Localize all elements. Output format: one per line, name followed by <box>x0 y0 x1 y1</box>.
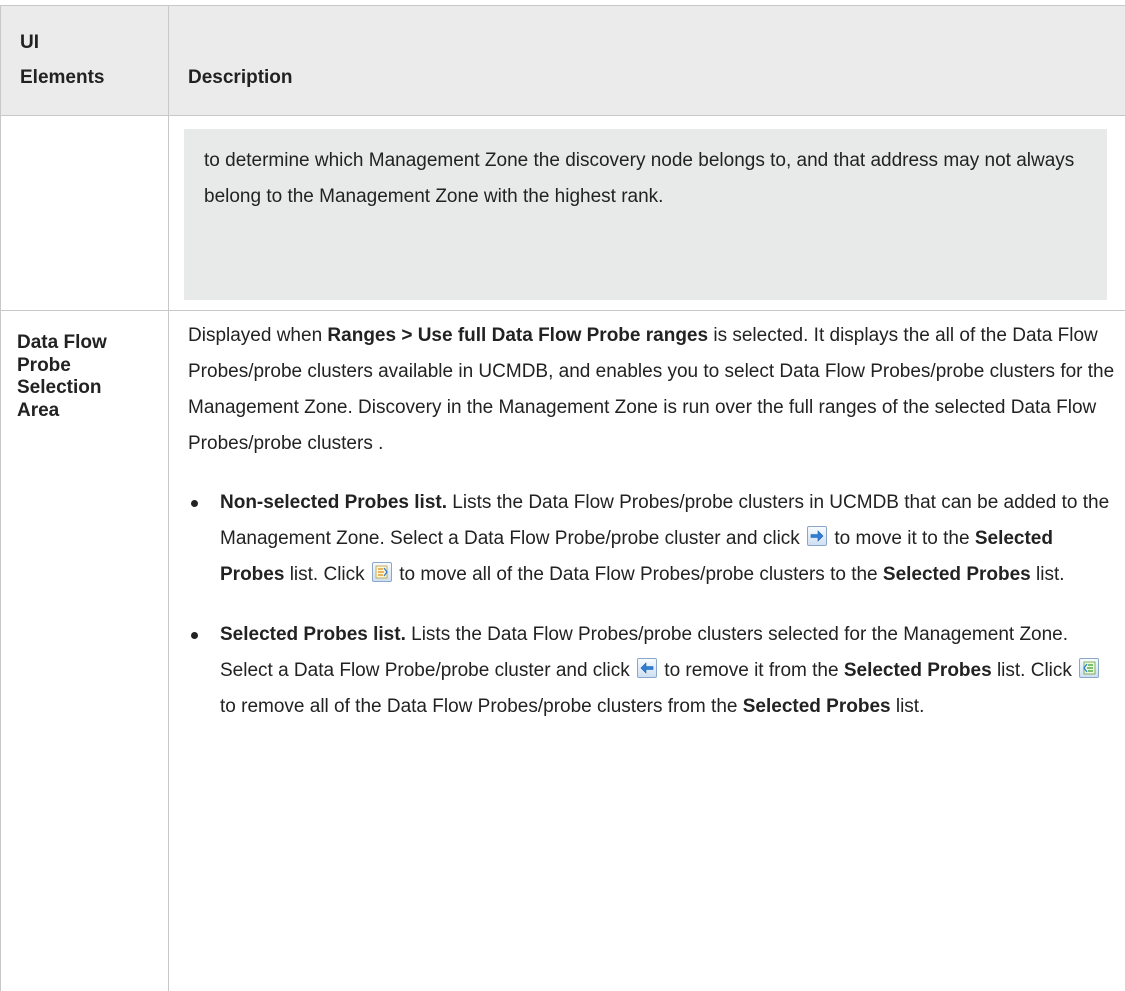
arrow-left-icon[interactable] <box>637 658 657 678</box>
arrow-right-icon[interactable] <box>807 526 827 546</box>
probe-term-cell: Data Flow Probe Selection Area <box>1 311 169 991</box>
bullet-text: list. <box>891 696 925 717</box>
note-text: to determine which Management Zone the d… <box>204 150 1074 207</box>
bullet-title: Non-selected Probes list. <box>220 492 447 513</box>
term-line: Selection <box>17 377 101 398</box>
header-description-label: Description <box>188 60 293 95</box>
bullet-text: to remove it from the <box>659 660 844 681</box>
bullet-text: list. <box>1031 564 1065 585</box>
list-item-non-selected-probes: Non-selected Probes list. Lists the Data… <box>188 485 1119 593</box>
note-term-cell <box>1 116 169 311</box>
header-ui-elements: UI Elements <box>1 6 169 116</box>
list-item-selected-probes: Selected Probes list. Lists the Data Flo… <box>188 617 1119 725</box>
bullet-text: to remove all of the Data Flow Probes/pr… <box>220 696 743 717</box>
intro-bold: Ranges > Use full Data Flow Probe ranges <box>327 325 708 346</box>
note-box: to determine which Management Zone the d… <box>184 129 1107 300</box>
table-header-row: UI Elements Description <box>1 6 1125 116</box>
bullet-text: list. Click <box>284 564 370 585</box>
header-ui-elements-label: UI Elements <box>20 25 160 95</box>
header-elements-line: Elements <box>20 67 104 88</box>
bullet-bold: Selected Probes <box>844 660 992 681</box>
bullet-text: to move all of the Data Flow Probes/prob… <box>394 564 883 585</box>
move-all-left-icon[interactable] <box>1079 658 1099 678</box>
probe-lists-bullets: Non-selected Probes list. Lists the Data… <box>188 485 1119 725</box>
table-row-probe-selection: Data Flow Probe Selection Area Displayed… <box>1 311 1125 991</box>
term-line: Area <box>17 400 59 421</box>
probe-description-cell: Displayed when Ranges > Use full Data Fl… <box>169 311 1125 991</box>
term-line: Data Flow <box>17 332 107 353</box>
intro-paragraph: Displayed when Ranges > Use full Data Fl… <box>188 318 1119 462</box>
header-ui-line: UI <box>20 32 39 53</box>
table-row-note: to determine which Management Zone the d… <box>1 116 1125 311</box>
bullet-dot <box>191 632 198 639</box>
bullet-title: Selected Probes list. <box>220 624 406 645</box>
term-line: Probe <box>17 355 71 376</box>
probe-term: Data Flow Probe Selection Area <box>1 311 157 422</box>
bullet-dot <box>191 500 198 507</box>
bullet-text: to move it to the <box>829 528 975 549</box>
bullet-text: list. Click <box>992 660 1078 681</box>
intro-text: Displayed when <box>188 325 327 346</box>
probe-description: Displayed when Ranges > Use full Data Fl… <box>169 311 1125 725</box>
note-description-cell: to determine which Management Zone the d… <box>169 116 1125 311</box>
bullet-bold: Selected Probes <box>743 696 891 717</box>
move-all-right-icon[interactable] <box>372 562 392 582</box>
bullet-bold: Selected Probes <box>883 564 1031 585</box>
ui-elements-table: UI Elements Description to determine whi… <box>0 5 1125 991</box>
header-description: Description <box>169 6 1125 116</box>
